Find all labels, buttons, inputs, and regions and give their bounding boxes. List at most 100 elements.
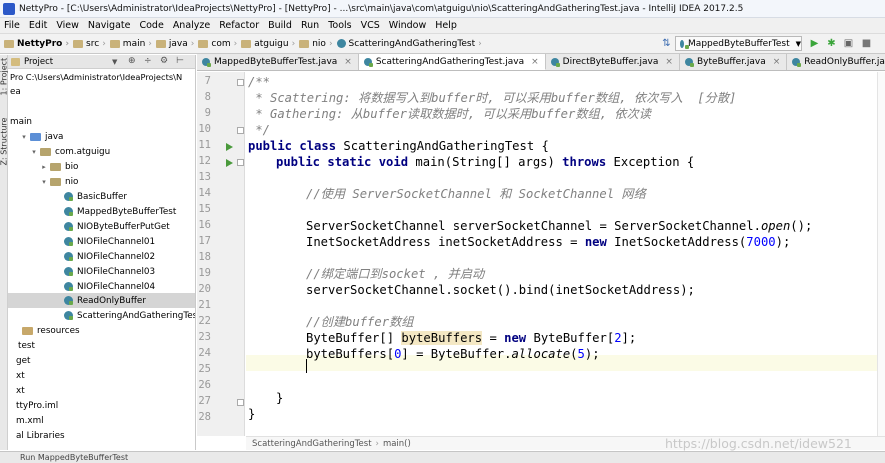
project-folder-icon bbox=[4, 39, 14, 48]
run-tool-tab[interactable]: Run MappedByteBufferTest bbox=[20, 453, 128, 462]
tab-mappedbytebuffertest[interactable]: MappedByteBufferTest.java × bbox=[197, 54, 359, 70]
tree-item-main[interactable]: main bbox=[10, 114, 32, 129]
run-gutter-icon[interactable] bbox=[226, 143, 233, 151]
bottom-tool-bar: Run MappedByteBufferTest bbox=[0, 451, 885, 463]
class-icon bbox=[64, 222, 73, 231]
class-icon bbox=[64, 282, 73, 291]
tree-item[interactable]: ea bbox=[10, 84, 21, 99]
run-configuration-select[interactable]: MappedByteBufferTest ▼ bbox=[675, 36, 802, 51]
crumb-project[interactable]: NettyPro › bbox=[4, 39, 69, 49]
crumb-nio[interactable]: nio › bbox=[299, 39, 333, 49]
crumb-com[interactable]: com › bbox=[198, 39, 237, 49]
stop-icon[interactable]: ■ bbox=[860, 37, 873, 50]
tree-item-class[interactable]: MappedByteBufferTest bbox=[64, 204, 176, 219]
run-gutter-icon[interactable] bbox=[226, 159, 233, 167]
build-sort-icon[interactable]: ⇅ bbox=[660, 37, 673, 50]
tab-readonlybuffer[interactable]: ReadOnlyBuffer.java× bbox=[787, 54, 885, 70]
tree-item-class[interactable]: NIOByteBufferPutGet bbox=[64, 219, 170, 234]
editor-crumb-class[interactable]: ScatteringAndGatheringTest bbox=[252, 439, 372, 449]
tree-item-class[interactable]: ScatteringAndGatheringTest bbox=[64, 308, 195, 323]
tree-item-class[interactable]: NIOFileChannel03 bbox=[64, 264, 155, 279]
package-icon bbox=[40, 147, 51, 156]
text-caret bbox=[306, 358, 307, 373]
folder-icon bbox=[241, 39, 252, 48]
tree-item-java[interactable]: ▾ java bbox=[20, 129, 63, 144]
menu-view[interactable]: View bbox=[52, 20, 84, 31]
debug-icon[interactable]: ✱ bbox=[825, 37, 838, 50]
tree-item-test[interactable]: test bbox=[18, 338, 35, 353]
close-icon[interactable]: × bbox=[531, 57, 539, 67]
menu-build[interactable]: Build bbox=[264, 20, 297, 31]
menu-code[interactable]: Code bbox=[135, 20, 168, 31]
crumb-main[interactable]: main › bbox=[109, 39, 152, 49]
fold-icon[interactable] bbox=[237, 79, 244, 86]
tree-item-bio[interactable]: ▸ bio bbox=[40, 159, 78, 174]
menu-edit[interactable]: Edit bbox=[25, 20, 52, 31]
tree-item-nio[interactable]: ▾ nio bbox=[40, 174, 78, 189]
class-icon bbox=[684, 58, 694, 67]
coverage-icon[interactable]: ▣ bbox=[842, 37, 855, 50]
menu-navigate[interactable]: Navigate bbox=[84, 20, 136, 31]
menu-run[interactable]: Run bbox=[297, 20, 324, 31]
hide-icon[interactable]: ⊢ bbox=[176, 56, 184, 66]
chevron-down-icon[interactable]: ▾ bbox=[20, 133, 28, 141]
fold-icon[interactable] bbox=[237, 159, 244, 166]
code-line-25 bbox=[306, 357, 307, 373]
code-line-20: serverSocketChannel.socket().bind(inetSo… bbox=[306, 283, 695, 297]
tree-item[interactable]: get bbox=[16, 353, 30, 368]
class-icon bbox=[680, 39, 690, 49]
class-icon bbox=[64, 252, 73, 261]
chevron-down-icon[interactable]: ▼ bbox=[112, 58, 117, 66]
tree-item[interactable]: xt bbox=[16, 368, 25, 383]
tree-item-iml[interactable]: ttyPro.iml bbox=[16, 398, 58, 413]
line-number: 18 bbox=[198, 251, 211, 263]
tab-scatteringandgatheringtest[interactable]: ScatteringAndGatheringTest.java × bbox=[358, 54, 546, 70]
tree-item-class[interactable]: NIOFileChannel04 bbox=[64, 279, 155, 294]
close-icon[interactable]: × bbox=[665, 57, 673, 67]
menu-help[interactable]: Help bbox=[431, 20, 462, 31]
editor-crumb-method[interactable]: main() bbox=[383, 439, 411, 449]
menu-window[interactable]: Window bbox=[385, 20, 431, 31]
crumb-atguigu[interactable]: atguigu › bbox=[241, 39, 295, 49]
class-icon bbox=[64, 267, 73, 276]
tab-bytebuffer[interactable]: ByteBuffer.java × bbox=[679, 54, 788, 70]
sync-icon[interactable]: ⊕ bbox=[128, 56, 136, 66]
run-icon[interactable]: ▶ bbox=[808, 37, 821, 50]
crumb-class[interactable]: ScatteringAndGatheringTest › bbox=[336, 39, 482, 49]
crumb-java[interactable]: java › bbox=[155, 39, 194, 49]
menu-tools[interactable]: Tools bbox=[324, 20, 356, 31]
tree-item-class[interactable]: NIOFileChannel01 bbox=[64, 234, 155, 249]
editor-gutter[interactable]: 7 8 9 10 11 12 13 14 15 16 17 18 19 20 2… bbox=[197, 72, 245, 436]
menu-file[interactable]: File bbox=[0, 20, 25, 31]
code-editor[interactable]: /** * Scattering: 将数据写入到buffer时, 可以采用buf… bbox=[246, 72, 885, 436]
title-bar: NettyPro - [C:\Users\Administrator\IdeaP… bbox=[0, 0, 885, 18]
tree-item-class[interactable]: NIOFileChannel02 bbox=[64, 249, 155, 264]
project-view-select[interactable]: Project bbox=[24, 57, 53, 67]
tree-item[interactable]: xt bbox=[16, 383, 25, 398]
collapse-icon[interactable]: ÷ bbox=[144, 56, 152, 66]
menu-refactor[interactable]: Refactor bbox=[215, 20, 264, 31]
chevron-right-icon[interactable]: ▸ bbox=[40, 163, 48, 171]
menu-vcs[interactable]: VCS bbox=[357, 20, 385, 31]
class-icon bbox=[792, 58, 802, 67]
crumb-src[interactable]: src › bbox=[73, 39, 106, 49]
menu-analyze[interactable]: Analyze bbox=[169, 20, 215, 31]
tree-item-resources[interactable]: resources bbox=[22, 323, 80, 338]
close-icon[interactable]: × bbox=[344, 57, 352, 67]
project-root-path[interactable]: Pro C:\Users\Administrator\IdeaProjects\… bbox=[10, 69, 182, 84]
editor-scrollbar[interactable] bbox=[877, 72, 885, 436]
gear-icon[interactable]: ⚙ bbox=[160, 56, 168, 66]
tree-item-class[interactable]: BasicBuffer bbox=[64, 189, 127, 204]
tree-item-com-atguigu[interactable]: ▾ com.atguigu bbox=[30, 144, 110, 159]
close-icon[interactable]: × bbox=[773, 57, 781, 67]
fold-icon[interactable] bbox=[237, 399, 244, 406]
tree-item-pom[interactable]: m.xml bbox=[16, 413, 44, 428]
chevron-down-icon[interactable]: ▾ bbox=[30, 148, 38, 156]
chevron-down-icon[interactable]: ▾ bbox=[40, 178, 48, 186]
tree-item-class-selected[interactable]: ReadOnlyBuffer bbox=[8, 293, 195, 308]
line-number: 10 bbox=[198, 123, 211, 135]
tab-directbytebuffer[interactable]: DirectByteBuffer.java × bbox=[545, 54, 680, 70]
fold-icon[interactable] bbox=[237, 127, 244, 134]
line-number: 14 bbox=[198, 187, 211, 199]
tree-item-external-libraries[interactable]: al Libraries bbox=[16, 428, 65, 443]
